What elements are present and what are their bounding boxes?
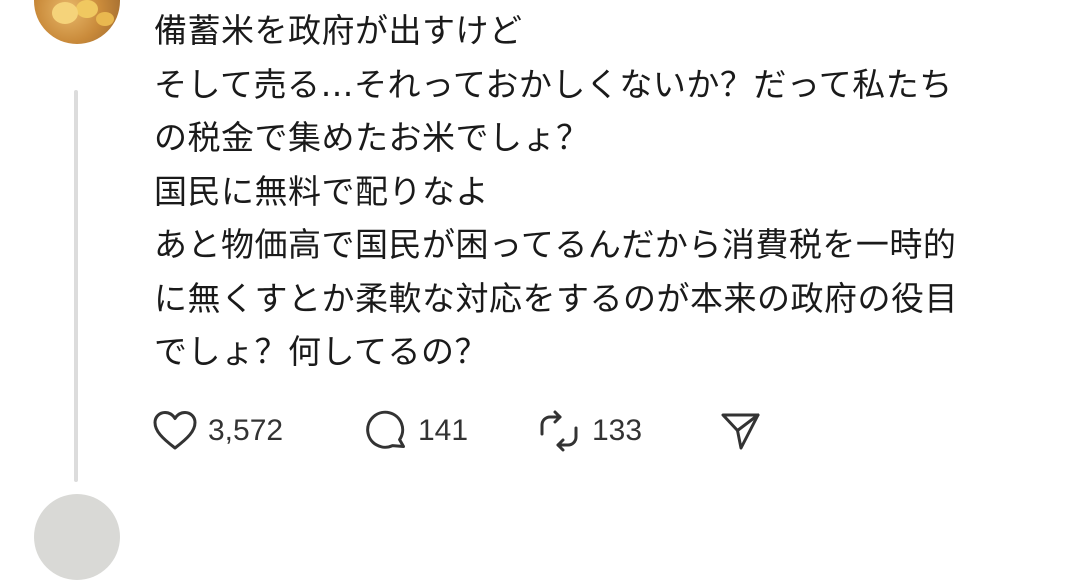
like-button[interactable]: 3,572 (152, 410, 364, 452)
send-icon (718, 409, 762, 453)
share-button[interactable] (718, 409, 762, 453)
post-line: あと物価高で国民が困ってるんだから消費税を一時的 (154, 225, 957, 264)
avatar[interactable] (34, 494, 120, 580)
repost-button[interactable]: 133 (536, 409, 718, 453)
reply-button[interactable]: 141 (364, 409, 536, 453)
avatar[interactable] (34, 0, 120, 44)
post-line: の税金で集めたお米でしょ？ (154, 118, 590, 157)
post-line: 備蓄米を政府が出すけど (154, 11, 523, 50)
like-count: 3,572 (208, 414, 284, 447)
speech-bubble-icon (364, 409, 408, 453)
post-line: に無くすとか柔軟な対応をするのが本来の政府の役目 (154, 278, 958, 318)
action-bar: 3,572 141 133 (152, 408, 762, 454)
repost-icon (536, 409, 582, 453)
repost-count: 133 (592, 414, 643, 447)
post-line: でしょ？何してるの？ (154, 332, 489, 371)
thread-line (74, 90, 78, 482)
heart-icon (152, 410, 198, 452)
post-line: 国民に無料で配りなよ (154, 171, 489, 211)
post-body: 備蓄米を政府が出すけど そして売る…それっておかしくないか？だって私たち の税金… (154, 4, 1054, 379)
reply-count: 141 (418, 414, 469, 447)
post-line: そして売る…それっておかしくないか？だって私たち (154, 64, 953, 104)
